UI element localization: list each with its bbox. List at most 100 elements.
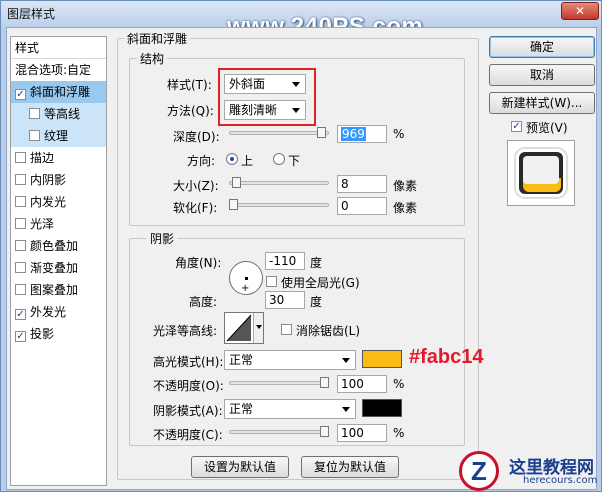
anti-alias-checkbox[interactable]	[281, 324, 292, 335]
global-light-label: 使用全局光(G)	[281, 276, 360, 290]
style-list-item[interactable]: 内发光	[11, 191, 106, 213]
style-list-item[interactable]: 描边	[11, 147, 106, 169]
soften-slider-thumb[interactable]	[229, 199, 238, 210]
soften-unit: 像素	[393, 201, 418, 215]
altitude-unit: 度	[310, 295, 323, 309]
highlight-color-swatch[interactable]	[362, 350, 402, 368]
title-bar[interactable]: 图层样式 www.240PS.com ✕	[1, 1, 601, 40]
altitude-label: 高度:	[189, 295, 218, 309]
style-list-item-label: 内阴影	[30, 173, 67, 187]
direction-label: 方向:	[187, 154, 216, 168]
style-checkbox[interactable]	[15, 262, 26, 273]
gloss-contour-label: 光泽等高线:	[153, 324, 218, 338]
style-checkbox[interactable]	[15, 152, 26, 163]
highlight-opacity-slider[interactable]	[229, 377, 329, 388]
shadow-mode-label: 阴影模式(A):	[153, 404, 223, 418]
style-list-item[interactable]: 等高线	[11, 103, 106, 125]
make-default-button[interactable]: 设置为默认值	[191, 456, 289, 478]
highlight-mode-select[interactable]: 正常	[224, 350, 356, 370]
style-list-item[interactable]: 颜色叠加	[11, 235, 106, 257]
style-list-item[interactable]: ✓ 投影	[11, 323, 106, 345]
highlight-opacity-unit: %	[393, 377, 405, 391]
highlight-opacity-input[interactable]: 100	[337, 375, 387, 393]
style-label: 样式(T):	[167, 78, 212, 92]
layer-style-dialog: 图层样式 www.240PS.com ✕ 样式 混合选项:自定 ✓ 斜面和浮雕等高…	[0, 0, 602, 492]
site-logo: Z 这里教程网 herecours.com	[457, 449, 602, 492]
style-checkbox[interactable]: ✓	[15, 331, 26, 342]
style-list-item[interactable]: 内阴影	[11, 169, 106, 191]
anti-alias-label: 消除锯齿(L)	[296, 324, 361, 338]
style-list-item-label: 光泽	[30, 217, 55, 231]
depth-input[interactable]: 969	[337, 125, 387, 143]
angle-dial[interactable]: +	[229, 261, 263, 295]
style-checkbox[interactable]	[15, 196, 26, 207]
style-list-header[interactable]: 样式	[11, 37, 106, 59]
shading-title: 阴影	[147, 230, 178, 247]
highlight-mode-value: 正常	[229, 353, 254, 367]
depth-label: 深度(D):	[173, 130, 220, 144]
altitude-input[interactable]: 30	[265, 291, 305, 309]
shadow-mode-select[interactable]: 正常	[224, 399, 356, 419]
logo-text-en: herecours.com	[523, 475, 598, 486]
structure-title: 结构	[137, 50, 168, 67]
direction-down-label: 下	[288, 154, 301, 168]
size-input[interactable]: 8	[337, 175, 387, 193]
window-title: 图层样式	[7, 7, 56, 21]
style-list-item[interactable]: 光泽	[11, 213, 106, 235]
shadow-opacity-slider[interactable]	[229, 426, 329, 437]
highlight-mode-label: 高光模式(H):	[153, 355, 224, 369]
bevel-emboss-title: 斜面和浮雕	[124, 30, 191, 47]
style-checkbox[interactable]: ✓	[15, 309, 26, 320]
depth-unit: %	[393, 127, 405, 141]
preview-checkbox[interactable]: ✓	[511, 121, 522, 132]
soften-slider[interactable]	[229, 199, 329, 210]
style-list-item-label: 渐变叠加	[30, 261, 79, 275]
shadow-opacity-thumb[interactable]	[320, 426, 329, 437]
size-slider[interactable]	[229, 177, 329, 188]
blend-options-item[interactable]: 混合选项:自定	[11, 59, 106, 81]
style-list-item[interactable]: 图案叠加	[11, 279, 106, 301]
depth-slider-thumb[interactable]	[317, 127, 326, 138]
highlight-opacity-thumb[interactable]	[320, 377, 329, 388]
direction-down-radio[interactable]	[273, 153, 285, 165]
style-list-item-label: 斜面和浮雕	[30, 85, 91, 99]
style-list-item[interactable]: ✓ 斜面和浮雕	[11, 81, 106, 103]
soften-input[interactable]: 0	[337, 197, 387, 215]
contour-dropdown-button[interactable]	[253, 313, 263, 343]
style-checkbox[interactable]	[15, 284, 26, 295]
shadow-opacity-input[interactable]: 100	[337, 424, 387, 442]
shadow-color-swatch[interactable]	[362, 399, 402, 417]
direction-up-radio[interactable]	[226, 153, 238, 165]
depth-slider[interactable]	[229, 127, 329, 138]
logo-mark: Z	[459, 451, 499, 491]
close-button[interactable]: ✕	[561, 2, 599, 20]
style-checkbox[interactable]	[15, 174, 26, 185]
global-light-checkbox[interactable]	[266, 276, 277, 287]
style-checkbox[interactable]	[15, 240, 26, 251]
direction-up-label: 上	[241, 154, 254, 168]
dialog-client-area: 样式 混合选项:自定 ✓ 斜面和浮雕等高线 纹理 描边内阴影内发光光泽颜色叠加渐变叠加…	[6, 27, 597, 490]
style-list-item[interactable]: 渐变叠加	[11, 257, 106, 279]
gloss-contour-picker[interactable]	[224, 312, 264, 344]
style-checkbox[interactable]	[29, 130, 40, 141]
style-checkbox[interactable]	[15, 218, 26, 229]
angle-crosshair-icon: +	[241, 283, 250, 294]
reset-default-button[interactable]: 复位为默认值	[301, 456, 399, 478]
soften-label: 软化(F):	[173, 201, 218, 215]
style-list-item[interactable]: ✓ 外发光	[11, 301, 106, 323]
style-list-item[interactable]: 纹理	[11, 125, 106, 147]
ok-button[interactable]: 确定	[489, 36, 595, 58]
cancel-button[interactable]: 取消	[489, 64, 595, 86]
angle-unit: 度	[310, 256, 323, 270]
style-preview-thumbnail	[507, 140, 575, 206]
angle-input[interactable]: -110	[265, 252, 305, 270]
preview-label: 预览(V)	[526, 121, 568, 135]
style-checkbox[interactable]: ✓	[15, 89, 26, 100]
style-checkbox[interactable]	[29, 108, 40, 119]
method-label: 方法(Q):	[167, 104, 214, 118]
shadow-mode-value: 正常	[229, 402, 254, 416]
new-style-button[interactable]: 新建样式(W)...	[489, 92, 595, 114]
size-slider-thumb[interactable]	[232, 177, 241, 188]
style-list-item-label: 颜色叠加	[30, 239, 79, 253]
chevron-down-icon	[342, 407, 350, 412]
